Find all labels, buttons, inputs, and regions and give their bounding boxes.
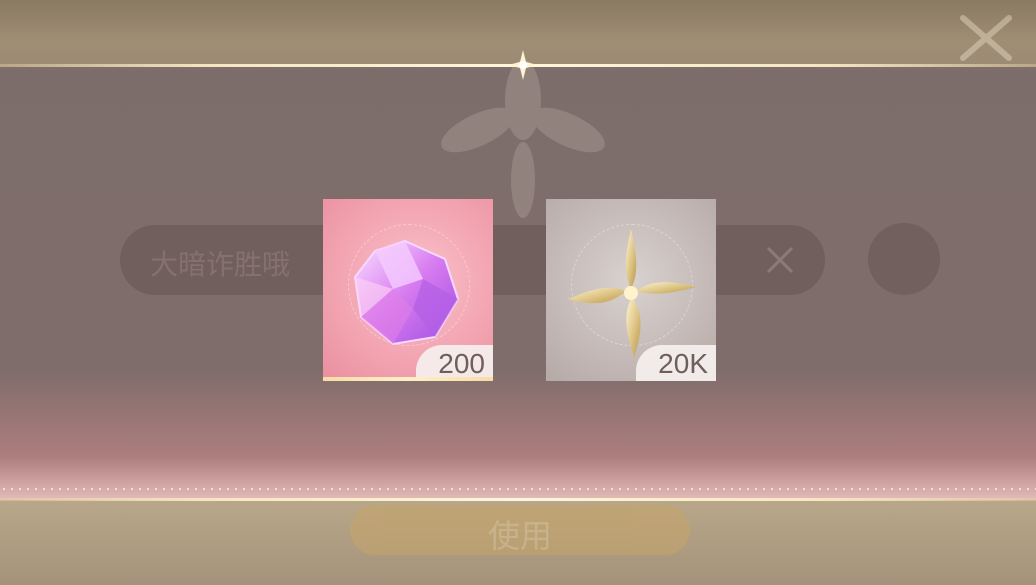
reward-quantity-gold: 20K [636,345,716,381]
sparkle-ornament-icon [508,50,538,80]
overlay-bottom-border [0,488,1036,490]
reward-item-gold-star[interactable]: 20K [546,199,716,381]
background-search-text: 大暗诈胜哦 [150,248,291,281]
background-confirm-label: 使用 [487,517,552,555]
gold-star-icon [568,229,696,357]
background-confirm-button: 使用 [350,505,690,555]
background-flower-emblem [441,60,605,218]
close-icon[interactable] [955,12,1017,64]
reward-item-pink-crystal[interactable]: 200 [323,199,493,381]
clear-icon [766,246,794,274]
reward-quantity-pink: 200 [416,345,493,381]
pink-crystal-icon [353,239,460,346]
bottom-gold-divider [0,498,1036,501]
background-round-button [868,223,940,295]
